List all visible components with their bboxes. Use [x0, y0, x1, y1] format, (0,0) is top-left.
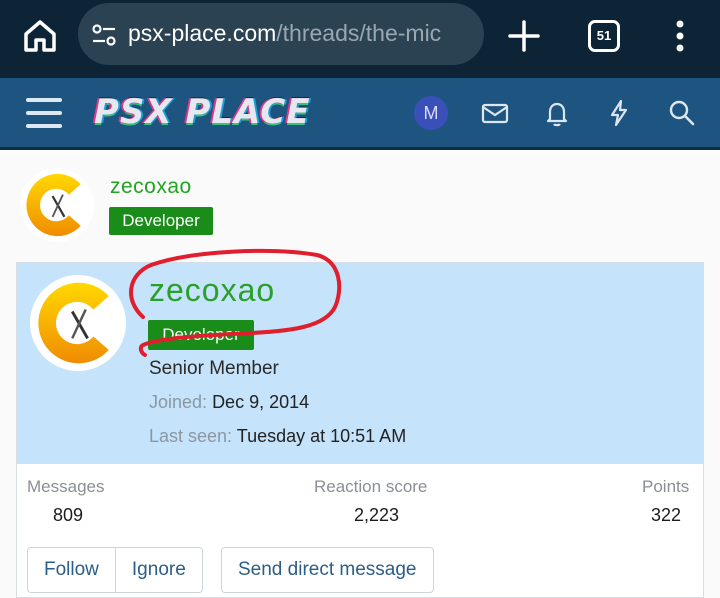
red-annotation-circle [129, 248, 342, 357]
site-logo[interactable]: PSX PLACE [94, 92, 311, 132]
member-avatar[interactable] [30, 275, 126, 371]
send-direct-message-button[interactable]: Send direct message [221, 547, 434, 593]
joined-value: Dec 9, 2014 [212, 392, 310, 412]
last-seen-value: Tuesday at 10:51 AM [236, 426, 407, 446]
stat-reaction-label: Reaction score [314, 477, 428, 496]
url-text[interactable]: psx-place.com/threads/the-mic [128, 20, 473, 47]
developer-badge: Developer [109, 207, 213, 235]
search-icon[interactable] [667, 98, 697, 128]
member-title: Senior Member [149, 358, 279, 379]
stat-reaction-value: 2,223 [354, 505, 400, 525]
follow-ignore-group: Follow Ignore [27, 547, 203, 593]
url-host: psx-place.com [128, 20, 277, 46]
home-icon[interactable] [20, 16, 60, 56]
member-stats: Messages 809 Reaction score 2,223 Points… [17, 464, 703, 540]
bell-icon[interactable] [542, 98, 572, 128]
send-direct-message-label: Send direct message [238, 559, 417, 580]
post-username[interactable]: zecoxao [110, 175, 192, 199]
browser-toolbar: psx-place.com/threads/the-mic 51 [0, 0, 720, 78]
more-options-icon[interactable] [670, 16, 690, 56]
stat-messages-label: Messages [27, 477, 105, 496]
member-card-header: zecoxao Developer Senior Member Joined: … [17, 248, 703, 464]
ignore-button[interactable]: Ignore [114, 548, 202, 592]
user-avatar[interactable]: M [414, 96, 448, 130]
stat-messages-value[interactable]: 809 [53, 505, 83, 526]
new-tab-icon[interactable] [506, 18, 542, 54]
avatar-image-icon [26, 173, 81, 237]
site-settings-icon[interactable] [90, 21, 118, 49]
member-tooltip-card: zecoxao Developer Senior Member Joined: … [16, 248, 704, 598]
post-user-avatar[interactable] [20, 168, 94, 242]
member-last-seen: Last seen: Tuesday at 10:51 AM [149, 426, 406, 447]
joined-label: Joined: [149, 392, 208, 412]
hamburger-menu-icon[interactable] [26, 98, 62, 128]
last-seen-label: Last seen: [149, 426, 233, 446]
follow-button[interactable]: Follow [28, 548, 115, 592]
address-bar[interactable]: psx-place.com/threads/the-mic [78, 3, 484, 65]
tab-switcher-button[interactable]: 51 [588, 20, 620, 52]
stat-points-label: Points [642, 477, 690, 496]
inbox-icon[interactable] [480, 98, 510, 128]
stat-points-value[interactable]: 322 [651, 505, 681, 526]
member-joined: Joined: Dec 9, 2014 [149, 392, 309, 413]
lightning-icon[interactable] [604, 98, 634, 128]
avatar-image-icon [38, 282, 109, 364]
url-path: /threads/the-mic [276, 20, 442, 46]
